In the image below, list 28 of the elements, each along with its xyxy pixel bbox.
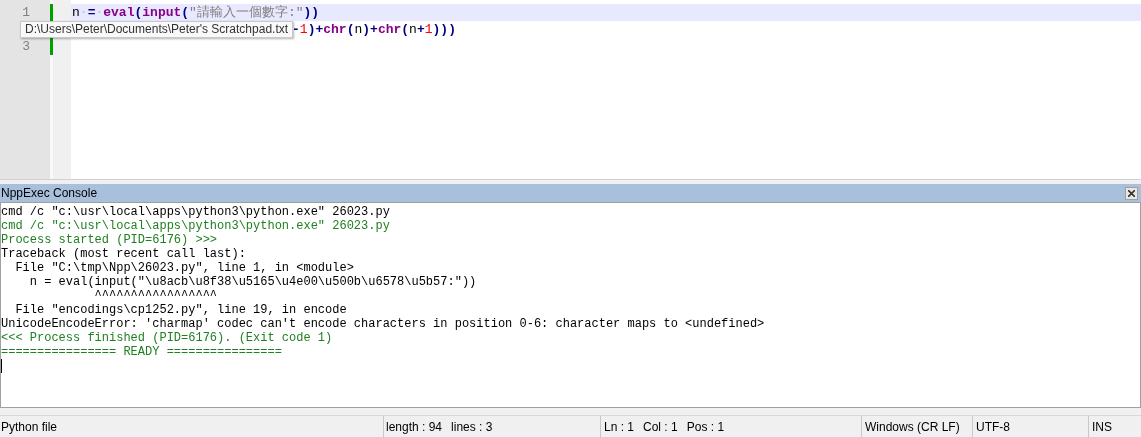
console-line: n = eval(input("\u8acb\u8f38\u5165\u4e00\u500b\u6578\u5b57:")) — [28, 275, 478, 289]
console-title: NppExec Console — [0, 185, 98, 202]
console-line: UnicodeEncodeError: 'charmap' codec can't encode characters in position 0-6: character maps to <undefined> — [1, 317, 766, 331]
console-line: File "C:\tmp\Npp\26023.py", line 1, in <module> — [14, 261, 355, 275]
eol-status: Windows (CR LF) — [861, 416, 972, 437]
console-line: <<< Process finished (PID=6176). (Exit code 1) — [1, 331, 334, 345]
encoding-status: UTF-8 — [972, 416, 1088, 437]
length-status: length : 94 — [386, 418, 443, 436]
path-tooltip: D:\Users\Peter\Documents\Peter's Scratchpad.txt — [20, 21, 294, 38]
lines-status: lines : 3 — [451, 418, 493, 436]
line-number: 1 — [21, 4, 31, 21]
column-status: Col : 1 — [643, 418, 678, 436]
console-line: cmd /c "c:\usr\local\apps\python3\python.exe" 26023.py — [1, 219, 391, 233]
close-button[interactable] — [1125, 186, 1138, 200]
line-number: 3 — [21, 38, 31, 55]
code-line: -1)+chr(n)+chr(n+1))) — [292, 21, 456, 38]
close-icon — [1128, 189, 1135, 197]
console-line: ^^^^^^^^^^^^^^^^^ — [93, 289, 219, 303]
console-line: ================ READY ================ — [1, 345, 283, 359]
position-status: Pos : 1 — [686, 418, 725, 436]
console-line: Traceback (most recent call last): — [1, 247, 247, 261]
insert-mode-status: INS — [1088, 416, 1141, 437]
line-status: Ln : 1 — [604, 418, 635, 436]
text-cursor — [1, 359, 2, 373]
console-line: File "encodings\cp1252.py", line 19, in encode — [14, 303, 348, 317]
console-line: Process started (PID=6176) >>> — [1, 233, 219, 247]
file-type: Python file — [0, 418, 59, 436]
console-line: cmd /c "c:\usr\local\apps\python3\python.exe" 26023.py — [1, 205, 391, 219]
